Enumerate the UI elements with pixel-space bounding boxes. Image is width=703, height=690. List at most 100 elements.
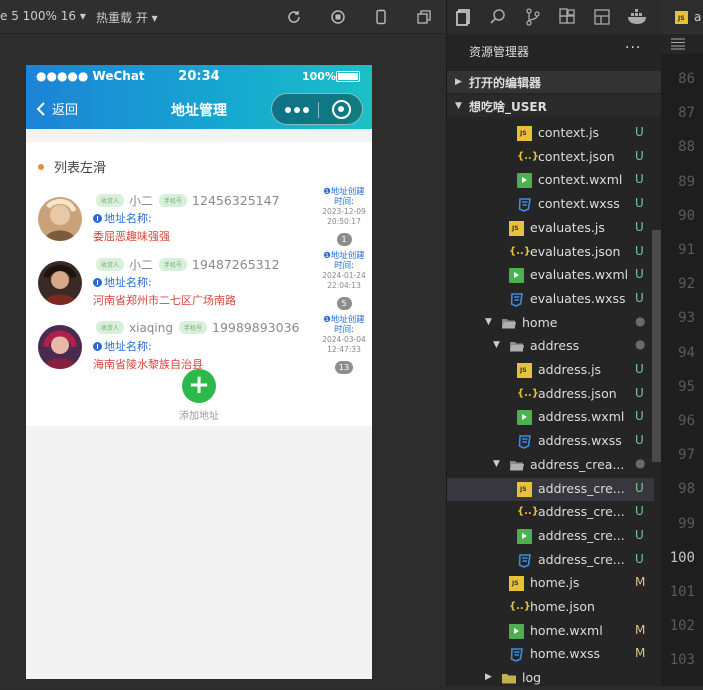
git-status-badge: U <box>635 243 644 258</box>
file-name: home.js <box>530 575 580 591</box>
project-section[interactable]: ▼ 想吃啥_USER <box>447 95 662 117</box>
chevron-down-icon[interactable]: ▼ <box>493 459 500 469</box>
more-icon[interactable] <box>285 107 309 113</box>
tree-file[interactable]: home.js M <box>447 572 654 595</box>
tree-file[interactable]: address_cre... U <box>447 525 654 548</box>
extensions-icon[interactable] <box>558 8 576 26</box>
wxss-file-icon <box>517 197 532 212</box>
wxml-file-icon <box>517 410 532 426</box>
git-status-badge: M <box>635 622 646 637</box>
tree-file[interactable]: context.js U <box>447 122 654 145</box>
line-number: 90 <box>678 207 695 224</box>
close-miniprogram-icon[interactable] <box>332 100 351 119</box>
created-meta: ❶地址创建 时间: 2024-01-24 22:04:13 5 <box>322 251 366 310</box>
add-address-button[interactable]: + <box>182 369 216 403</box>
wxml-file-icon <box>517 173 532 189</box>
address-text: 河南省郑州市二七区广场南路 <box>93 294 236 307</box>
more-icon[interactable]: ··· <box>625 40 641 56</box>
wxss-file-icon <box>509 647 524 663</box>
open-editors-section[interactable]: ▶ 打开的编辑器 <box>447 71 662 93</box>
wxml-file-icon <box>517 528 532 544</box>
address-text: 委屈恶趣味强强 <box>93 230 170 243</box>
list-title: 列表左滑 <box>38 157 106 176</box>
source-control-icon[interactable] <box>524 8 542 26</box>
folder-icon <box>501 671 516 686</box>
file-name: home.wxml <box>530 622 603 638</box>
tree-file[interactable]: {..} evaluates.json U <box>447 241 654 264</box>
tree-file[interactable]: address_cre... U <box>447 549 654 572</box>
count-badge: 13 <box>334 361 354 374</box>
address-item[interactable]: 收货人 小二 手机号 12456325147 地址名称: 委屈恶趣味强强 ❶地址… <box>26 187 372 249</box>
git-status-badge: ● <box>635 337 646 352</box>
git-status-badge: U <box>635 504 644 519</box>
file-name: address.js <box>538 362 602 377</box>
tree-folder[interactable]: ▼ address_crea... ● <box>447 454 654 477</box>
battery-icon <box>336 71 360 82</box>
tree-file[interactable]: address.wxss U <box>447 430 654 453</box>
line-number: 88 <box>678 139 695 156</box>
file-name: home <box>522 314 558 330</box>
tree-file[interactable]: address_cre... U <box>447 477 654 501</box>
git-status-badge: U <box>635 148 644 163</box>
file-name: context.wxml <box>538 172 623 188</box>
tree-file[interactable]: context.wxss U <box>447 193 654 216</box>
chevron-down-icon[interactable]: ▼ <box>493 340 500 350</box>
files-icon[interactable] <box>455 8 473 26</box>
tree-folder[interactable]: ▶ log <box>447 667 654 690</box>
line-number: 86 <box>678 71 695 87</box>
created-meta: ❶地址创建 时间: 2023-12-09 20:50:17 1 <box>322 187 366 246</box>
git-status-badge: U <box>635 172 644 187</box>
address-list: 列表左滑 收货人 小二 手机号 12456325147 地址名称: 委屈恶趣味强… <box>26 142 372 426</box>
editor-tab[interactable]: a <box>661 0 703 34</box>
tree-file[interactable]: address.wxml U <box>447 406 654 429</box>
menu-capsule <box>271 93 363 125</box>
phone-tag: 手机号 <box>159 194 188 207</box>
git-status-badge: U <box>635 433 644 448</box>
tree-file[interactable]: {..} home.json <box>447 596 654 619</box>
chevron-right-icon[interactable]: ▶ <box>485 672 492 682</box>
git-status-badge: U <box>635 125 644 139</box>
tree-file[interactable]: context.wxml U <box>447 169 654 192</box>
chevron-down-icon[interactable]: ▼ <box>485 317 492 327</box>
tree-file[interactable]: {..} address.json U <box>447 383 654 406</box>
tree-file[interactable]: home.wxss M <box>447 643 654 666</box>
chevron-down-icon: ▼ <box>455 101 462 111</box>
refresh-icon[interactable] <box>286 9 302 25</box>
phone-device-icon[interactable] <box>373 9 389 25</box>
json-file-icon: {..} <box>509 601 531 612</box>
debug-panel-icon[interactable] <box>593 8 611 26</box>
docker-icon[interactable] <box>627 8 649 26</box>
file-name: address <box>530 338 580 354</box>
tree-folder[interactable]: ▼ address ● <box>447 335 654 358</box>
hot-reload-toggle[interactable]: 热重载 开 ▾ <box>96 9 158 26</box>
window-detach-icon[interactable] <box>416 9 432 25</box>
tree-file[interactable]: evaluates.wxss U <box>447 288 654 311</box>
tree-file[interactable]: address.js U <box>447 359 654 382</box>
folder-icon <box>509 458 524 473</box>
receiver-tag: 收货人 <box>96 321 125 334</box>
phone-tag: 手机号 <box>159 258 188 271</box>
tree-file[interactable]: home.wxml M <box>447 620 654 643</box>
tree-folder[interactable]: ▼ home ● <box>447 312 654 335</box>
address-item[interactable]: 收货人 xiaqing 手机号 19989893036 地址名称: 海南省陵水黎… <box>26 315 372 377</box>
tree-file[interactable]: evaluates.wxml U <box>447 264 654 287</box>
tree-file[interactable]: {..} context.json U <box>447 146 654 169</box>
json-file-icon: {..} <box>509 245 531 257</box>
tree-file[interactable]: evaluates.js U <box>447 217 654 240</box>
scrollbar[interactable] <box>652 230 661 462</box>
search-icon[interactable] <box>489 8 507 26</box>
explorer-title: 资源管理器 <box>469 45 530 59</box>
editor-toolbar <box>661 34 703 54</box>
file-name: address_cre... <box>538 480 625 496</box>
line-number: 92 <box>678 276 695 293</box>
stop-icon[interactable] <box>330 9 346 25</box>
device-selector[interactable]: e 5 100% 16 ▾ <box>0 9 86 23</box>
tree-file[interactable]: {..} address_cre... U <box>447 501 654 524</box>
list-icon[interactable] <box>671 38 685 50</box>
file-name: address_cre... <box>538 551 625 567</box>
info-icon <box>93 341 102 351</box>
address-item[interactable]: 收货人 小二 手机号 19487265312 地址名称: 河南省郑州市二七区广场… <box>26 251 372 313</box>
address-label: 地址名称: <box>104 340 152 353</box>
wxss-file-icon <box>509 292 524 307</box>
address-label: 地址名称: <box>104 212 152 225</box>
